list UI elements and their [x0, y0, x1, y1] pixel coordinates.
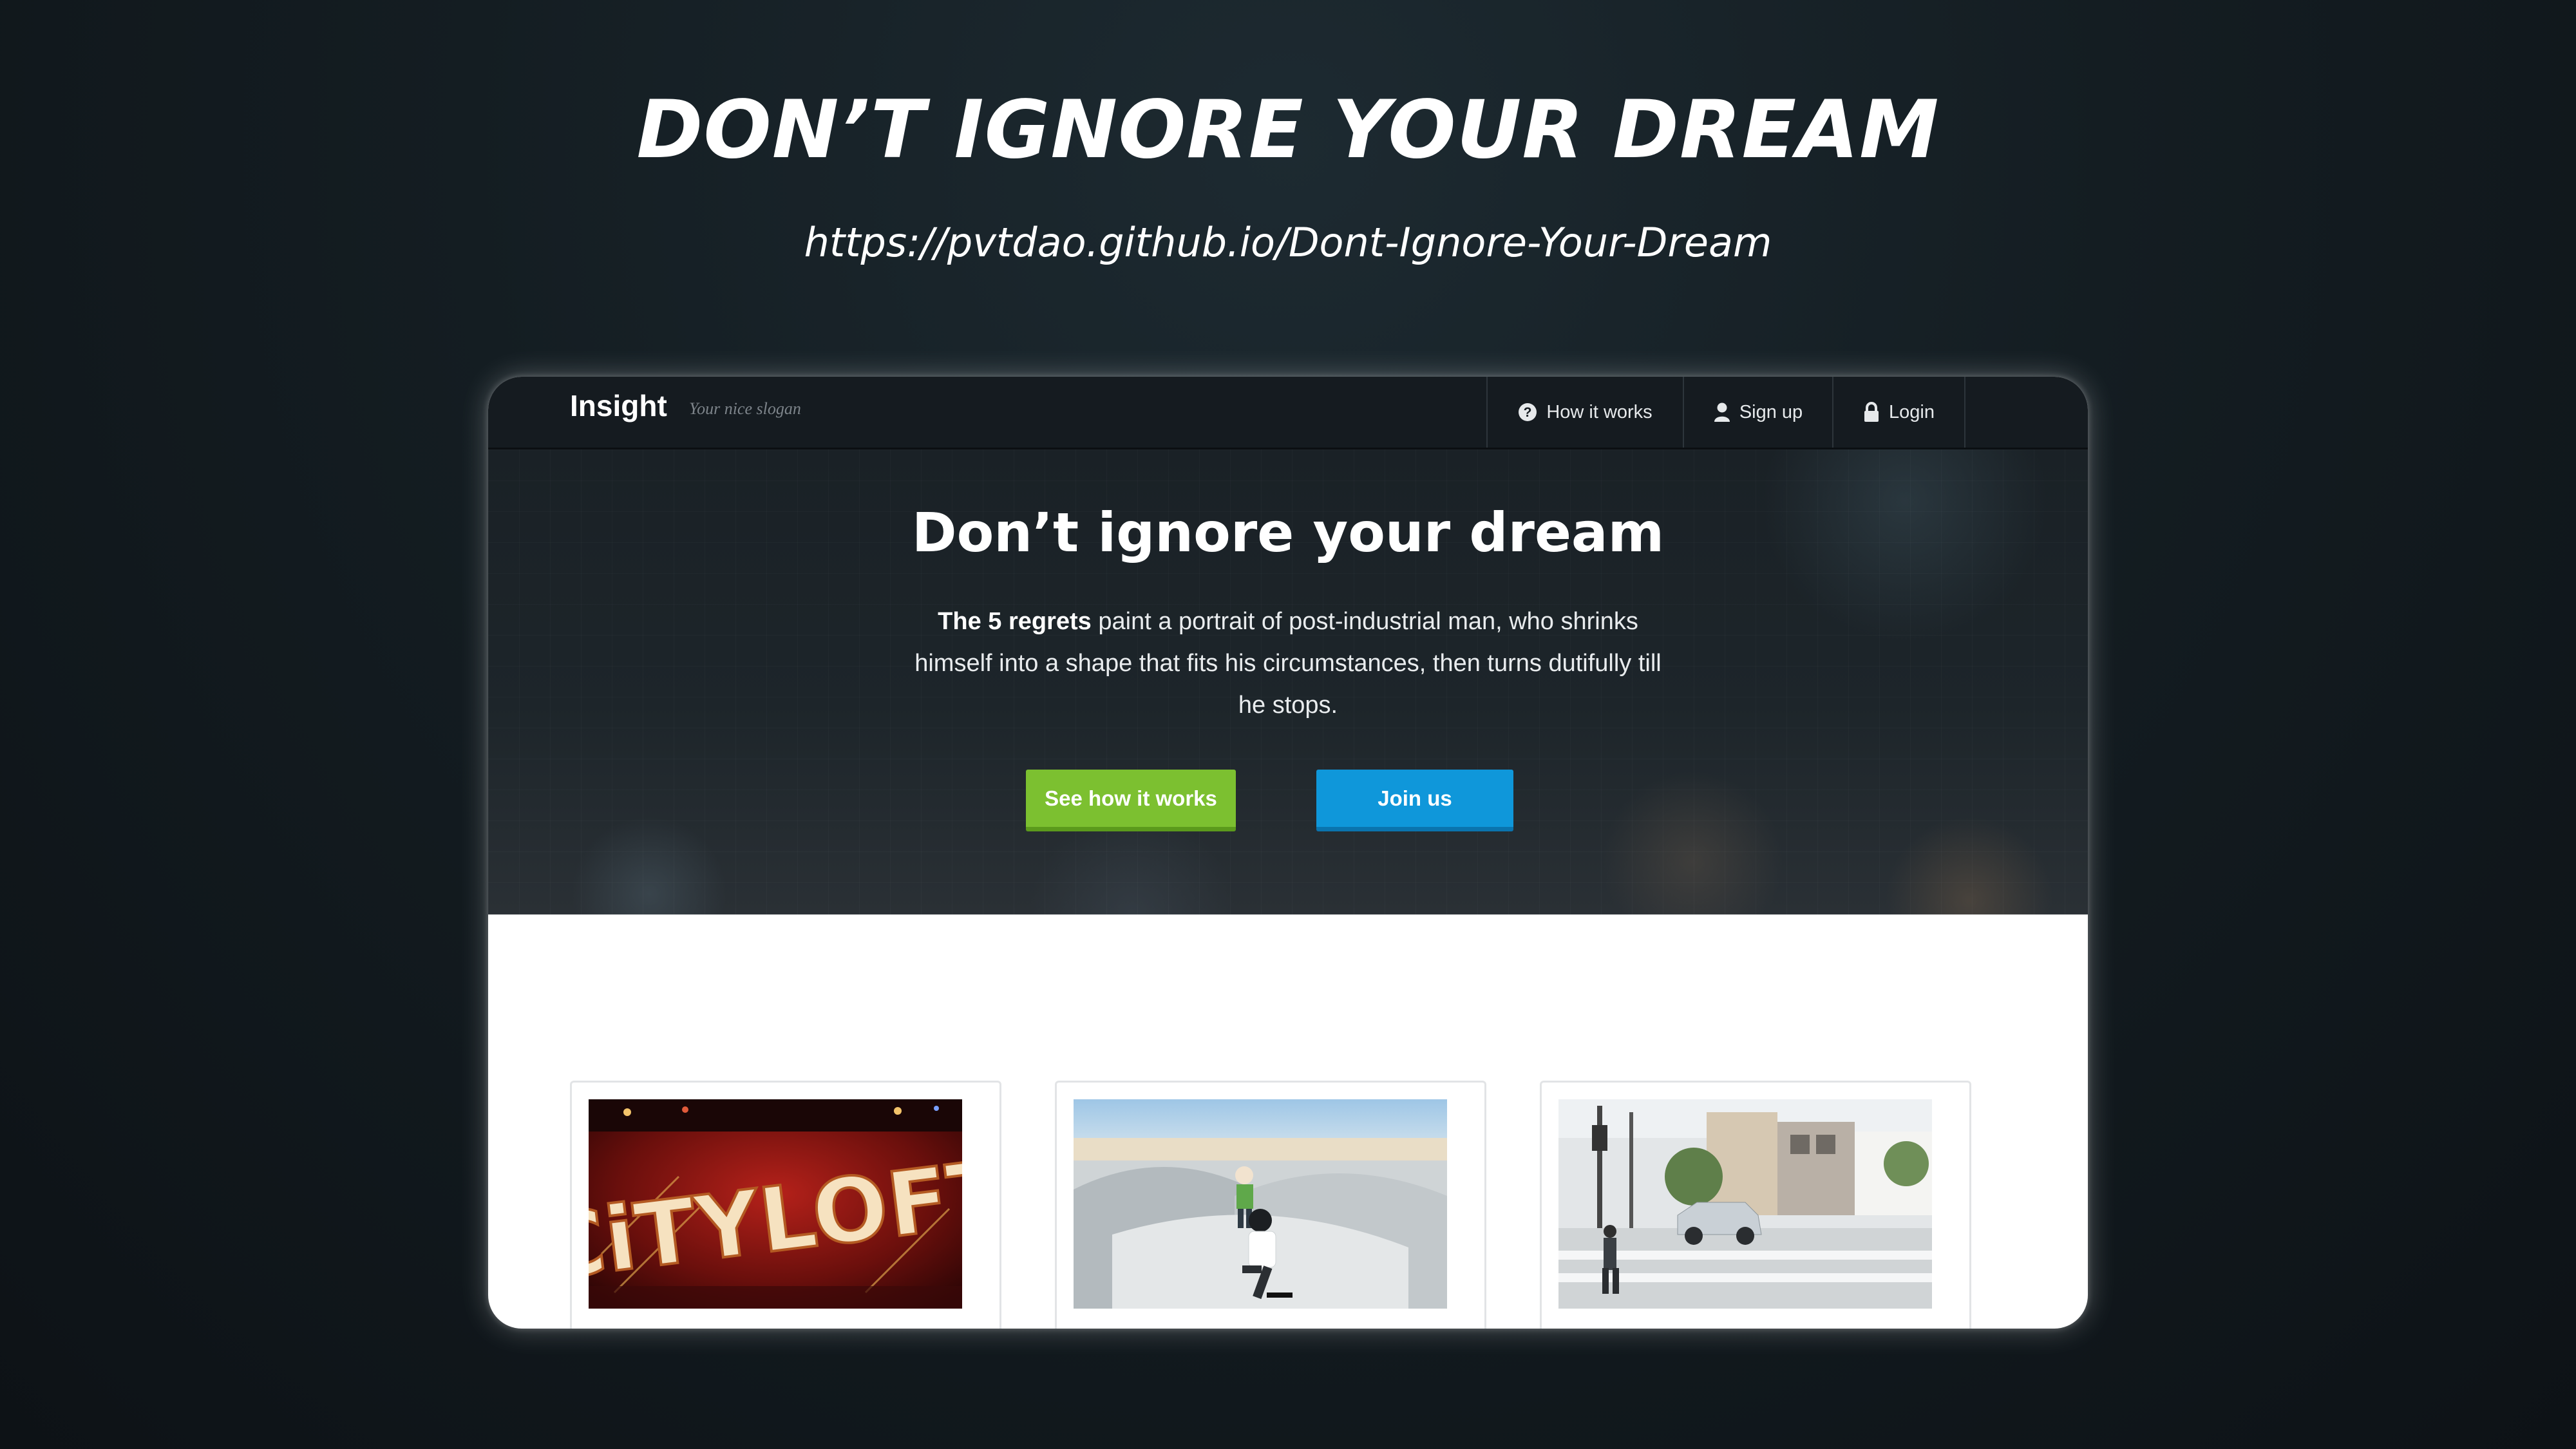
brand-logo[interactable]: Insight — [570, 388, 667, 423]
question-circle-icon: ? — [1518, 402, 1537, 422]
feature-card[interactable] — [1055, 1081, 1486, 1329]
street-crossing-photo[interactable] — [1558, 1099, 1932, 1309]
svg-text:?: ? — [1524, 405, 1532, 420]
brand-slogan: Your nice slogan — [689, 399, 801, 418]
feature-card[interactable]: CiTYLOFT — [570, 1081, 1001, 1329]
showcase-url: https://pvtdao.github.io/Dont-Ignore-You… — [804, 219, 1772, 266]
see-how-it-works-button[interactable]: See how it works — [1026, 770, 1236, 831]
showcase-title: DON’T IGNORE YOUR DREAM — [636, 84, 1940, 176]
hero-description-bold: The 5 regrets — [938, 608, 1092, 635]
nav-login[interactable]: Login — [1832, 377, 1965, 448]
nav-how-it-works-label: How it works — [1546, 401, 1653, 422]
user-icon — [1714, 402, 1730, 422]
nav-sign-up[interactable]: Sign up — [1683, 377, 1832, 448]
feature-card[interactable] — [1540, 1081, 1971, 1329]
hero-description: The 5 regrets paint a portrait of post-i… — [900, 601, 1676, 726]
hero-title: Don’t ignore your dream — [911, 501, 1665, 564]
hero-section: Don’t ignore your dream The 5 regrets pa… — [488, 450, 2088, 914]
nav-login-label: Login — [1889, 401, 1935, 422]
browser-screenshot-frame: Insight Your nice slogan ? How it works … — [488, 377, 2088, 1329]
nav-how-it-works[interactable]: ? How it works — [1486, 377, 1683, 448]
navbar: Insight Your nice slogan ? How it works … — [488, 377, 2088, 450]
skatepark-photo[interactable] — [1074, 1099, 1447, 1309]
city-loft-sign-photo[interactable]: CiTYLOFT — [589, 1099, 962, 1309]
join-us-button[interactable]: Join us — [1316, 770, 1513, 831]
nav-sign-up-label: Sign up — [1739, 401, 1803, 422]
lock-icon — [1863, 402, 1880, 422]
